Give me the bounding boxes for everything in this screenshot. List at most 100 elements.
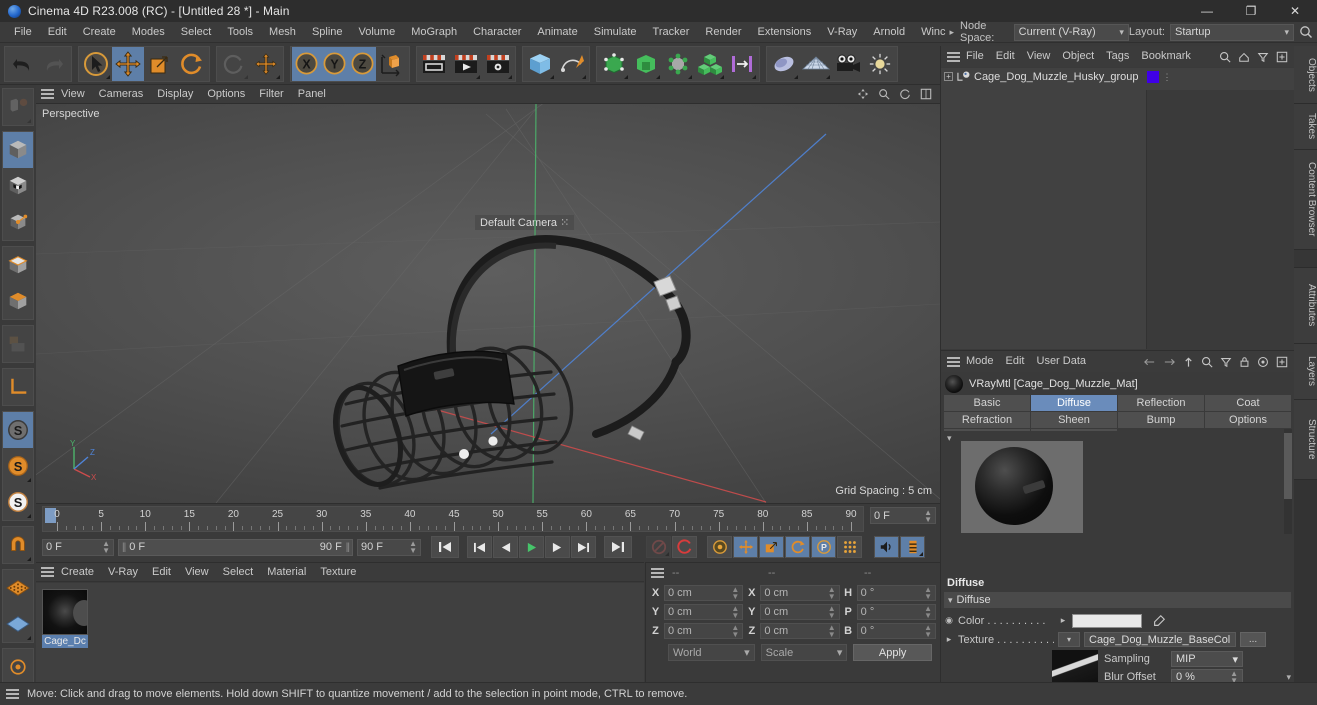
search-icon[interactable]	[1219, 51, 1231, 63]
lattice-button[interactable]	[3, 570, 33, 606]
magnet-button[interactable]	[3, 527, 33, 563]
menu-simulate[interactable]: Simulate	[586, 22, 645, 43]
viewport-hamburger-icon[interactable]	[41, 87, 54, 101]
rotation-p-field[interactable]: 0 ° ▲ ▼	[856, 604, 936, 620]
tab-reflection[interactable]: Reflection	[1118, 395, 1204, 411]
maximize-view-icon[interactable]	[920, 88, 932, 100]
viewport-canvas[interactable]: Perspective Default Camera ⁙ Grid Spacin…	[36, 104, 940, 503]
spinner-icon[interactable]: ▲ ▼	[409, 540, 417, 555]
lock-z-axis-button[interactable]: Z	[348, 46, 376, 81]
render-settings-button[interactable]	[482, 47, 514, 81]
move-alt-button[interactable]	[250, 47, 282, 81]
metaball-button[interactable]	[768, 47, 800, 81]
texture-expand-icon[interactable]: ▸	[944, 634, 954, 645]
node-space-dropdown[interactable]: Current (V-Ray) ▾	[1013, 23, 1129, 41]
menu-tracker[interactable]: Tracker	[645, 22, 698, 43]
vtab-objects[interactable]: Objects	[1294, 46, 1317, 104]
close-button[interactable]: ✕	[1273, 0, 1317, 22]
position-y-field[interactable]: 0 cm ▲ ▼	[664, 604, 744, 620]
next-keyframe-button[interactable]	[571, 536, 596, 558]
preview-collapse-icon[interactable]: ▾	[947, 433, 952, 444]
search-icon[interactable]	[1299, 25, 1313, 39]
move-tool-button[interactable]	[112, 46, 144, 81]
menu-tools[interactable]: Tools	[219, 22, 261, 43]
align-button[interactable]	[726, 47, 758, 81]
menu-file[interactable]: File	[6, 22, 40, 43]
material-menu-select[interactable]: Select	[216, 563, 261, 582]
scale-mode-dropdown[interactable]: Scale ▾	[760, 644, 848, 661]
filter-icon[interactable]	[1220, 356, 1232, 368]
tab-refraction[interactable]: Refraction	[944, 412, 1030, 428]
sound-button[interactable]	[874, 536, 899, 558]
object-row[interactable]: + Cage_Dog_Muzzle_Husky_group ⋮	[941, 68, 1294, 85]
texture-browse-button[interactable]: ...	[1240, 632, 1266, 647]
rotate-alt-button[interactable]	[218, 47, 250, 81]
size-x-field[interactable]: 0 cm ▲ ▼	[760, 585, 840, 601]
menu-edit[interactable]: Edit	[40, 22, 75, 43]
spinner-icon[interactable]: ▲ ▼	[828, 605, 836, 620]
nurbs-button[interactable]	[598, 47, 630, 81]
object-tree[interactable]: + Cage_Dog_Muzzle_Husky_group ⋮	[941, 68, 1294, 349]
forward-arrow-icon[interactable]	[1163, 356, 1176, 368]
redo-button[interactable]	[38, 47, 70, 81]
light-button[interactable]	[864, 47, 896, 81]
eyedropper-icon[interactable]	[1152, 614, 1166, 628]
viewport-menu-cameras[interactable]: Cameras	[92, 85, 151, 104]
spinner-icon[interactable]: ▲ ▼	[924, 586, 932, 601]
color-radio-icon[interactable]: ◉	[944, 615, 954, 626]
polygon-pen-button[interactable]	[3, 606, 33, 642]
timeline-ruler[interactable]: 0 5 10 15 20 25 30 35 40 45 50 55 60 65 70 75 80 85 90	[42, 506, 864, 532]
go-to-end-button[interactable]	[604, 536, 632, 558]
minimize-button[interactable]: —	[1185, 0, 1229, 22]
expand-icon[interactable]	[1276, 356, 1288, 368]
tab-options[interactable]: Options	[1205, 412, 1291, 428]
coordinates-hamburger-icon[interactable]	[651, 566, 664, 580]
menu-create[interactable]: Create	[75, 22, 124, 43]
uv-mode-button[interactable]	[3, 326, 33, 362]
key-scale-button[interactable]	[759, 536, 784, 558]
object-mode-button[interactable]	[3, 247, 33, 283]
range-grip-right-icon[interactable]: ||	[346, 542, 350, 553]
attributes-menu-edit[interactable]: Edit	[1000, 351, 1031, 372]
key-position-button[interactable]	[733, 536, 758, 558]
previous-keyframe-button[interactable]	[467, 536, 492, 558]
diffuse-color-swatch[interactable]	[1072, 613, 1142, 628]
layout-dropdown[interactable]: Startup ▾	[1170, 23, 1294, 41]
tab-sheen[interactable]: Sheen	[1031, 412, 1117, 428]
play-button[interactable]	[519, 536, 544, 558]
material-item[interactable]: Cage_Dc	[42, 589, 88, 648]
pan-icon[interactable]	[857, 88, 869, 100]
camera-button[interactable]	[832, 47, 864, 81]
filter-icon[interactable]	[1257, 51, 1269, 63]
current-frame-field[interactable]: 0 F ▲ ▼	[42, 538, 114, 556]
deformer-button[interactable]	[630, 47, 662, 81]
keyframe-selection-button[interactable]	[707, 536, 732, 558]
position-z-field[interactable]: 0 cm ▲ ▼	[664, 623, 744, 639]
texture-thumbnail[interactable]	[1052, 650, 1098, 684]
sampling-dropdown[interactable]: MIP ▾	[1171, 651, 1243, 667]
material-menu-view[interactable]: View	[178, 563, 216, 582]
viewport-menu-display[interactable]: Display	[150, 85, 200, 104]
material-menu-material[interactable]: Material	[260, 563, 313, 582]
material-menu-create[interactable]: Create	[54, 563, 101, 582]
object-menu-edit[interactable]: Edit	[990, 46, 1021, 67]
tab-basic[interactable]: Basic	[944, 395, 1030, 411]
key-parameter-button[interactable]: P	[811, 536, 836, 558]
spinner-icon[interactable]: ▲ ▼	[828, 624, 836, 639]
rotate-view-icon[interactable]	[899, 88, 911, 100]
brush-button[interactable]	[3, 649, 33, 682]
vtab-layers[interactable]: Layers	[1294, 344, 1317, 400]
make-editable-button[interactable]	[3, 89, 33, 125]
scrollbar-thumb[interactable]	[1284, 433, 1292, 499]
snap-settings-button[interactable]: S	[3, 448, 33, 484]
menu-window[interactable]: Winc	[913, 22, 947, 43]
search-icon[interactable]	[1201, 356, 1213, 368]
expand-toggle-icon[interactable]: +	[944, 72, 953, 81]
texture-mode-button[interactable]	[3, 168, 33, 204]
snap-enable-button[interactable]: S	[3, 412, 33, 448]
add-spline-button[interactable]	[556, 47, 588, 81]
key-point-level-button[interactable]	[837, 536, 862, 558]
diffuse-group-header[interactable]: ▾ Diffuse	[944, 592, 1291, 608]
menu-mograph[interactable]: MoGraph	[403, 22, 465, 43]
expand-icon[interactable]	[1276, 51, 1288, 63]
